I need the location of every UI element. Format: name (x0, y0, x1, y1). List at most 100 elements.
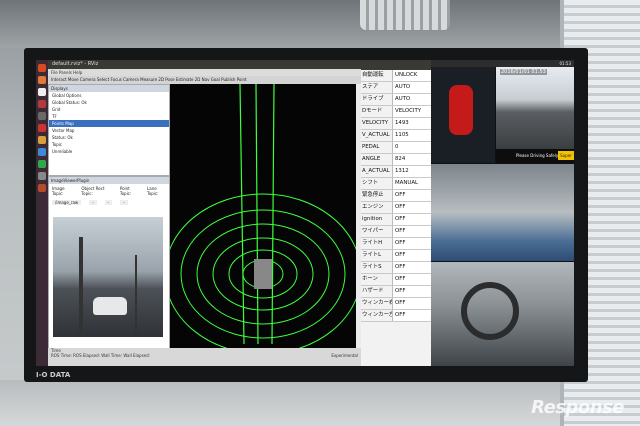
window-title: default.rviz* - RViz (48, 60, 361, 69)
status-row: ハザード OFF (361, 286, 431, 298)
status-key: ライトH (362, 240, 383, 246)
display-row[interactable]: Global Status: Ok (49, 99, 169, 106)
wall-elapsed: Wall Elapsed: (123, 353, 151, 358)
launcher-icon[interactable] (38, 100, 46, 108)
topic-selects: /image_raw - - - (49, 198, 169, 207)
display-row[interactable]: Points Map (49, 120, 169, 127)
status-value: MANUAL (392, 178, 431, 189)
rear-camera-view: 2016/01/01 01:53 (496, 67, 574, 149)
status-row: ワイパー OFF (361, 226, 431, 238)
steering-wheel (461, 282, 519, 340)
status-row: 緊急停止 OFF (361, 190, 431, 202)
status-key: 自動運転 (362, 72, 384, 78)
launcher-icon[interactable] (38, 76, 46, 84)
status-value: UNLOCK (392, 70, 431, 81)
warning-bar: Please Driving Safely! Super (496, 149, 574, 163)
status-row: ライトH OFF (361, 238, 431, 250)
launcher-icon[interactable] (38, 184, 46, 192)
status-key: ステア (362, 84, 379, 90)
launcher-icon[interactable] (38, 136, 46, 144)
display-row[interactable]: Unreliable (49, 148, 169, 155)
status-value: OFF (392, 214, 431, 225)
status-key: ドライブ (362, 96, 384, 102)
status-key: ignition (362, 216, 383, 222)
launcher-icon[interactable] (38, 88, 46, 96)
camera-monitor: 2016/01/01 01:53 Please Driving Safely! … (431, 60, 574, 366)
status-key: ANGLE (362, 156, 381, 162)
status-value: 824 (392, 154, 431, 165)
vehicle-status-table: 自動運転 UNLOCK ステア AUTO ドライブ AUTO Dモード VELOCITY VEL… (361, 60, 431, 366)
status-value: VELOCITY (392, 106, 431, 117)
status-value: 1493 (392, 118, 431, 129)
ubuntu-launcher (36, 60, 48, 366)
monitor-bezel: default.rviz* - RViz File Panels Help In… (24, 48, 588, 382)
launcher-icon[interactable] (38, 124, 46, 132)
ros-time: ROS Time: (51, 353, 72, 358)
displays-panel: Displays Global Options Global Status: O… (48, 84, 170, 176)
status-key: ウィンカー左 (362, 312, 392, 318)
status-row: ignition OFF (361, 214, 431, 226)
lidar-point-cloud (170, 84, 356, 348)
status-key: ライトS (362, 264, 382, 270)
image-topic-select[interactable]: /image_raw (52, 200, 82, 205)
status-value: OFF (392, 298, 431, 309)
status-key: VELOCITY (362, 120, 389, 126)
experimental-checkbox[interactable]: Experimental (331, 353, 358, 358)
launcher-icon[interactable] (38, 112, 46, 120)
wall-time: Wall Time: (101, 353, 123, 358)
tool-bar[interactable]: Interact Move Camera Select Focus Camera… (48, 76, 361, 84)
status-key: PEDAL (362, 144, 380, 150)
status-value: OFF (392, 226, 431, 237)
monitor-brand: I-O DATA (36, 371, 71, 379)
super-badge: Super (558, 151, 574, 160)
status-key: ハザード (362, 288, 384, 294)
status-row: ホーン OFF (361, 274, 431, 286)
front-camera-image (53, 217, 163, 337)
rviz-window: default.rviz* - RViz File Panels Help In… (48, 60, 361, 366)
launcher-icon[interactable] (38, 148, 46, 156)
status-row: ステア AUTO (361, 82, 431, 94)
status-value: OFF (392, 274, 431, 285)
display-row[interactable]: Vector Map (49, 127, 169, 134)
menu-bar[interactable]: File Panels Help (48, 69, 361, 76)
status-row: A_ACTUAL 1312 (361, 166, 431, 178)
status-value: 1312 (392, 166, 431, 177)
lidar-3d-view (170, 84, 356, 348)
status-value: OFF (392, 250, 431, 261)
status-row: PEDAL 0 (361, 142, 431, 154)
rect-topic-select[interactable]: - (89, 200, 97, 205)
status-value: OFF (392, 286, 431, 297)
displays-header: Displays (49, 85, 169, 92)
status-value: 1105 (392, 130, 431, 141)
display-row[interactable]: Global Options (49, 92, 169, 99)
ceiling-vent (360, 0, 450, 30)
status-value: OFF (392, 310, 431, 321)
launcher-icon[interactable] (38, 172, 46, 180)
status-key: ライトL (362, 252, 382, 258)
camera-timestamp: 2016/01/01 01:53 (500, 69, 547, 75)
launcher-icon[interactable] (38, 64, 46, 72)
topic-labels: Image Topic: Object Rect Topic: Point To… (49, 184, 169, 198)
status-value: OFF (392, 202, 431, 213)
point-topic-select[interactable]: - (104, 200, 113, 205)
display-row[interactable]: Grid (49, 106, 169, 113)
lane-topic-select[interactable]: - (120, 200, 128, 205)
status-value: OFF (392, 238, 431, 249)
ego-vehicle (254, 259, 272, 289)
status-row: ウィンカー左 OFF (361, 310, 431, 322)
system-top-bar: 01:53 (431, 60, 574, 67)
status-key: ホーン (362, 276, 378, 282)
lane-topic-label: Lane Topic: (147, 186, 159, 196)
status-key: 緊急停止 (362, 192, 384, 198)
display-row[interactable]: Topic (49, 141, 169, 148)
clock: 01:53 (559, 61, 571, 66)
status-row: VELOCITY 1493 (361, 118, 431, 130)
display-row[interactable]: Status: Ok (49, 134, 169, 141)
display-row[interactable]: TF (49, 113, 169, 120)
bus-ceiling (0, 0, 640, 48)
status-row: ライトL OFF (361, 250, 431, 262)
status-row: ウィンカー右 OFF (361, 298, 431, 310)
launcher-icon[interactable] (38, 160, 46, 168)
image-viewer-panel: ImageViewerPlugin Image Topic: Object Re… (48, 176, 170, 350)
status-key: Dモード (362, 108, 383, 114)
